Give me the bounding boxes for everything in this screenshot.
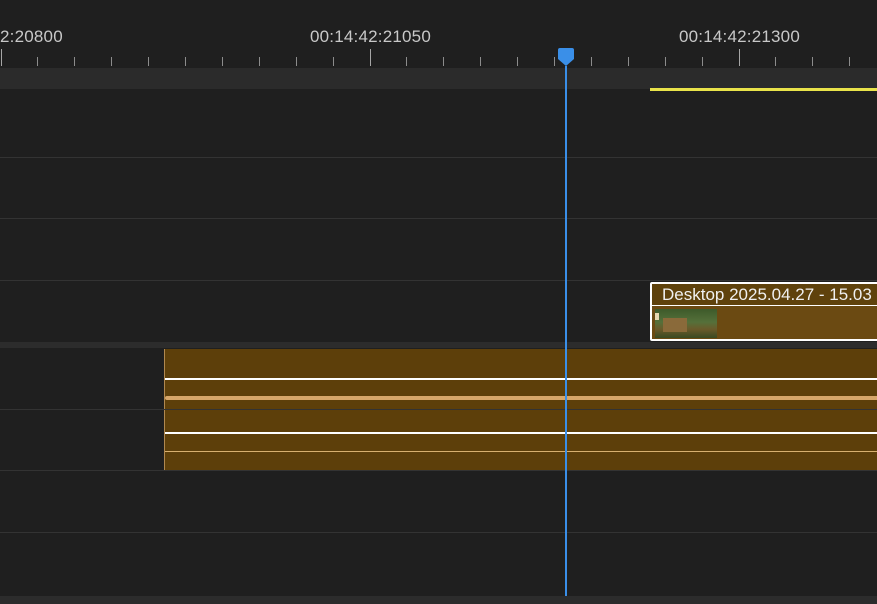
- minor-tick: [480, 57, 481, 66]
- minor-tick: [554, 57, 555, 66]
- minor-tick: [517, 57, 518, 66]
- minor-tick: [333, 57, 334, 66]
- audio-track-4[interactable]: [0, 533, 877, 596]
- work-area-bar[interactable]: [0, 68, 877, 89]
- video-clip[interactable]: Desktop 2025.04.27 - 15.03: [650, 282, 877, 341]
- minor-tick: [148, 57, 149, 66]
- minor-tick: [812, 57, 813, 66]
- audio-track-3[interactable]: [0, 471, 877, 532]
- minor-tick: [406, 57, 407, 66]
- video-track-2[interactable]: [0, 158, 877, 218]
- minor-tick: [702, 57, 703, 66]
- clip-header: Desktop 2025.04.27 - 15.03: [652, 284, 877, 306]
- minor-tick: [628, 57, 629, 66]
- major-tick: [370, 49, 371, 66]
- minor-tick: [775, 57, 776, 66]
- video-track-3[interactable]: [0, 91, 877, 157]
- minor-tick: [111, 57, 112, 66]
- minor-tick: [849, 57, 850, 66]
- audio-clip[interactable]: [164, 349, 877, 409]
- playhead-line[interactable]: [565, 66, 567, 596]
- clip-separator: [165, 432, 877, 434]
- timeline-panel[interactable]: 2:20800 00:14:42:21050 00:14:42:21300 De…: [0, 0, 877, 604]
- minor-tick: [259, 57, 260, 66]
- ruler-ticks: [0, 0, 877, 68]
- time-ruler[interactable]: 2:20800 00:14:42:21050 00:14:42:21300: [0, 0, 877, 68]
- major-tick: [1, 49, 2, 66]
- minor-tick: [37, 57, 38, 66]
- clip-thumbnail: [655, 309, 717, 338]
- clip-body: [652, 307, 877, 339]
- audio-waveform: [165, 396, 877, 400]
- minor-tick: [665, 57, 666, 66]
- minor-tick: [222, 57, 223, 66]
- clip-name: Desktop 2025.04.27 - 15.03: [662, 285, 872, 304]
- video-track-1[interactable]: [0, 219, 877, 280]
- audio-clip[interactable]: [164, 410, 877, 470]
- major-tick: [739, 49, 740, 66]
- minor-tick: [296, 57, 297, 66]
- minor-tick: [74, 57, 75, 66]
- timeline-scrollbar[interactable]: [0, 596, 877, 604]
- clip-separator: [165, 451, 877, 452]
- minor-tick: [443, 57, 444, 66]
- clip-separator: [165, 378, 877, 380]
- playhead-marker-icon[interactable]: [557, 48, 575, 66]
- minor-tick: [591, 57, 592, 66]
- minor-tick: [185, 57, 186, 66]
